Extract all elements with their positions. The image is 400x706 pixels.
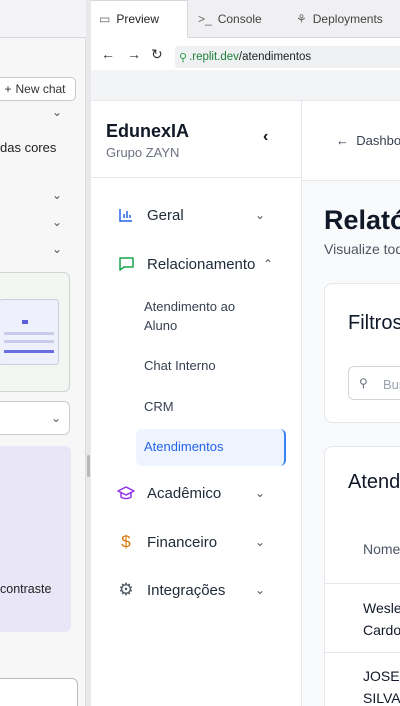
url-bar[interactable]: ⚲ .replit.dev /atendimentos bbox=[175, 46, 400, 68]
graduation-cap-icon bbox=[117, 484, 135, 502]
chevron-down-icon: ⌄ bbox=[254, 208, 265, 222]
sidebar-item-academico[interactable]: Acadêmico ⌄ bbox=[117, 478, 277, 508]
page-subtitle: Visualize todos bbox=[324, 241, 400, 257]
sidebar-item-financeiro[interactable]: $ Financeiro ⌄ bbox=[117, 527, 277, 557]
chevron-down-icon: ⌄ bbox=[50, 411, 61, 425]
filters-card: Filtros ⚲ Buscar bbox=[324, 283, 400, 423]
chevron-up-icon: ⌃ bbox=[262, 257, 273, 271]
main-header: ← Dashboard bbox=[302, 101, 400, 181]
link-icon: ⚲ bbox=[179, 51, 188, 64]
search-input[interactable]: ⚲ Buscar bbox=[348, 366, 400, 400]
search-icon: ⚲ bbox=[359, 376, 368, 390]
new-chat-label: New chat bbox=[15, 82, 66, 96]
sidebar-item-label: Financeiro bbox=[147, 533, 218, 551]
chevron-down-icon[interactable]: ⌄ bbox=[52, 242, 62, 256]
message-bubble: contraste bbox=[0, 446, 71, 632]
sidebar-item-relacionamento[interactable]: Relacionamento ⌃ bbox=[117, 249, 287, 279]
tab-label: Console bbox=[217, 11, 262, 26]
chevron-down-icon[interactable]: ⌄ bbox=[52, 188, 62, 202]
sidebar-subitem-atendimento-aluno[interactable]: Atendimento ao Aluno bbox=[144, 297, 264, 335]
forward-arrow-icon[interactable]: → bbox=[127, 46, 141, 62]
splitter-grip[interactable] bbox=[87, 455, 90, 477]
table-row[interactable]: Wesley Cardoso bbox=[363, 597, 400, 641]
new-chat-button[interactable]: + New chat bbox=[0, 77, 76, 101]
sidebar-item-label: Geral bbox=[147, 206, 184, 224]
plus-icon: + bbox=[4, 82, 12, 96]
arrow-left-icon: ← bbox=[336, 133, 349, 148]
gear-icon: ⚙ bbox=[118, 580, 134, 599]
app-preview: EdunexIA Grupo ZAYN ‹ Geral ⌄ Relacionam… bbox=[91, 100, 400, 706]
terminal-icon: >_ bbox=[198, 11, 212, 26]
page-title: Relatórios bbox=[324, 205, 400, 235]
tab-label: Preview bbox=[116, 12, 160, 26]
sidebar-subitem-atendimentos[interactable]: Atendimentos bbox=[136, 429, 286, 466]
cell-name-line: Cardoso bbox=[363, 622, 400, 638]
screen: ▭ Preview >_ Console ⚘ Deployments + New… bbox=[0, 0, 400, 706]
cell-name-line: Wesley bbox=[363, 600, 400, 616]
chat-message-text: das cores bbox=[0, 140, 57, 155]
sidebar-item-label: Integrações bbox=[147, 581, 226, 599]
sidebar-item-label: Acadêmico bbox=[147, 484, 222, 502]
back-label: Dashboard bbox=[356, 133, 400, 148]
divider bbox=[325, 652, 400, 653]
message-text: contraste bbox=[0, 582, 52, 596]
sidebar-subitem-label: Atendimentos bbox=[144, 439, 224, 454]
browser-toolbar: ← → ↻ ⚲ .replit.dev /atendimentos bbox=[91, 38, 400, 70]
dropdown[interactable]: ⌄ bbox=[0, 401, 70, 435]
url-path: /atendimentos bbox=[238, 51, 312, 63]
sidebar: EdunexIA Grupo ZAYN ‹ Geral ⌄ Relacionam… bbox=[91, 101, 302, 706]
screenshot-card[interactable] bbox=[0, 272, 70, 392]
main-content: ← Dashboard Relatórios Visualize todos F… bbox=[302, 101, 400, 706]
dollar-icon: $ bbox=[121, 532, 131, 551]
sidebar-item-integracoes[interactable]: ⚙ Integrações ⌄ bbox=[117, 575, 277, 605]
back-link[interactable]: ← Dashboard bbox=[336, 133, 400, 148]
deploy-icon: ⚘ bbox=[296, 11, 307, 26]
sidebar-subitem-crm[interactable]: CRM bbox=[144, 397, 264, 416]
back-arrow-icon[interactable]: ← bbox=[101, 46, 115, 62]
table-title: Atendimentos bbox=[348, 471, 400, 493]
tab-label: Deployments bbox=[312, 11, 383, 26]
chevron-down-icon[interactable]: ⌄ bbox=[52, 215, 62, 229]
divider bbox=[325, 583, 400, 584]
url-domain: .replit.dev bbox=[189, 51, 239, 63]
tab-preview[interactable]: ▭ Preview bbox=[88, 0, 188, 38]
chevron-down-icon[interactable]: ⌄ bbox=[52, 105, 62, 119]
chevron-down-icon: ⌄ bbox=[254, 535, 265, 549]
sidebar-item-geral[interactable]: Geral ⌄ bbox=[117, 200, 277, 230]
reload-icon[interactable]: ↻ bbox=[151, 46, 163, 63]
chat-icon bbox=[117, 255, 135, 273]
cell-name-line: JOSE bbox=[363, 668, 400, 684]
column-header-name[interactable]: Nome bbox=[363, 541, 400, 557]
chevron-down-icon: ⌄ bbox=[254, 486, 265, 500]
tab-strip: ▭ Preview >_ Console ⚘ Deployments bbox=[0, 0, 400, 38]
divider bbox=[91, 177, 302, 178]
chat-input[interactable] bbox=[0, 678, 78, 706]
table-row[interactable]: JOSE SILVA bbox=[363, 665, 400, 706]
sidebar-item-label: Relacionamento bbox=[147, 255, 256, 273]
search-placeholder: Buscar bbox=[383, 377, 400, 392]
chevron-down-icon: ⌄ bbox=[254, 583, 265, 597]
sidebar-subitem-chat-interno[interactable]: Chat Interno bbox=[144, 356, 264, 375]
brand-subtitle: Grupo ZAYN bbox=[106, 145, 180, 160]
bar-chart-icon bbox=[117, 206, 135, 224]
collapse-sidebar-icon[interactable]: ‹ bbox=[263, 128, 268, 146]
table-card: Atendimentos Nome Wesley Cardoso JOSE SI… bbox=[324, 446, 400, 706]
agent-chat-pane: + New chat ⌄ das cores ⌄ ⌄ ⌄ ⌄ contraste bbox=[0, 38, 86, 706]
brand-name: EdunexIA bbox=[106, 121, 190, 141]
left-pane-header bbox=[0, 0, 86, 38]
tab-deployments[interactable]: ⚘ Deployments bbox=[286, 0, 400, 38]
monitor-icon: ▭ bbox=[99, 12, 111, 26]
filters-title: Filtros bbox=[348, 312, 400, 334]
cell-name-line: SILVA bbox=[363, 690, 400, 706]
tab-console[interactable]: >_ Console bbox=[188, 0, 286, 38]
screenshot-thumbnail[interactable] bbox=[0, 299, 59, 365]
